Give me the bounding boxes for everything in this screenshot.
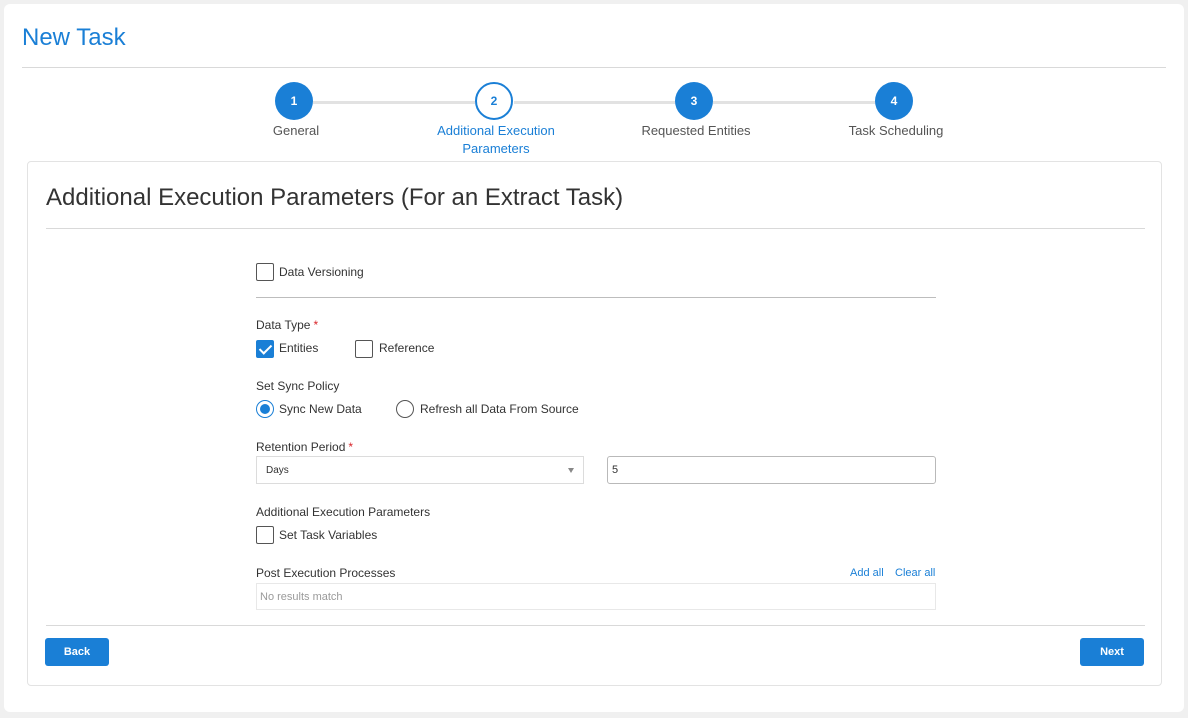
footer-divider bbox=[46, 625, 1145, 626]
task-wizard-page: New Task 1 2 3 4 General Additional Exec… bbox=[4, 4, 1184, 712]
reference-checkbox[interactable] bbox=[355, 340, 373, 358]
step-2-circle[interactable]: 2 bbox=[475, 82, 513, 120]
step-4-label[interactable]: Task Scheduling bbox=[816, 122, 976, 140]
next-button[interactable]: Next bbox=[1080, 638, 1144, 666]
entities-label[interactable]: Entities bbox=[279, 341, 318, 355]
retention-period-label: Retention Period * bbox=[256, 440, 353, 454]
step-1-label[interactable]: General bbox=[216, 122, 376, 140]
entities-checkbox[interactable] bbox=[256, 340, 274, 358]
parameters-card: Additional Execution Parameters (For an … bbox=[27, 161, 1162, 686]
step-1-circle[interactable]: 1 bbox=[275, 82, 313, 120]
set-task-variables-label[interactable]: Set Task Variables bbox=[279, 528, 377, 542]
reference-label[interactable]: Reference bbox=[379, 341, 434, 355]
additional-params-label: Additional Execution Parameters bbox=[256, 505, 431, 519]
step-3-label[interactable]: Requested Entities bbox=[616, 122, 776, 140]
step-connector bbox=[514, 101, 676, 104]
retention-period-label-text: Retention Period bbox=[256, 440, 346, 454]
post-execution-label: Post Execution Processes bbox=[256, 566, 396, 580]
step-connector bbox=[713, 101, 876, 104]
add-all-link[interactable]: Add all bbox=[850, 567, 884, 579]
step-connector bbox=[313, 101, 475, 104]
set-task-variables-checkbox[interactable] bbox=[256, 526, 274, 544]
retention-amount-input[interactable]: 5 bbox=[607, 456, 936, 484]
data-versioning-label[interactable]: Data Versioning bbox=[279, 265, 364, 279]
wizard-stepper: 1 2 3 4 General Additional Execution Par… bbox=[4, 4, 1184, 164]
refresh-all-label[interactable]: Refresh all Data From Source bbox=[420, 402, 579, 416]
clear-all-link[interactable]: Clear all bbox=[895, 567, 935, 579]
sync-new-data-label[interactable]: Sync New Data bbox=[279, 402, 362, 416]
data-type-label-text: Data Type bbox=[256, 318, 311, 332]
data-versioning-checkbox[interactable] bbox=[256, 263, 274, 281]
sync-policy-label: Set Sync Policy bbox=[256, 379, 340, 393]
back-button[interactable]: Back bbox=[45, 638, 109, 666]
step-4-circle[interactable]: 4 bbox=[875, 82, 913, 120]
refresh-all-radio[interactable] bbox=[396, 400, 414, 418]
required-mark: * bbox=[348, 440, 354, 454]
retention-unit-value: Days bbox=[266, 465, 289, 476]
chevron-down-icon bbox=[568, 468, 574, 473]
step-2-label[interactable]: Additional Execution Parameters bbox=[416, 122, 576, 158]
required-mark: * bbox=[313, 318, 319, 332]
step-3-circle[interactable]: 3 bbox=[675, 82, 713, 120]
sync-new-data-radio[interactable] bbox=[256, 400, 274, 418]
data-type-label: Data Type * bbox=[256, 318, 318, 332]
post-execution-results: No results match bbox=[256, 583, 936, 610]
retention-unit-select[interactable]: Days bbox=[256, 456, 584, 484]
form-divider bbox=[256, 297, 936, 298]
parameters-form: Data Versioning Data Type * Entities Refe… bbox=[256, 162, 936, 622]
